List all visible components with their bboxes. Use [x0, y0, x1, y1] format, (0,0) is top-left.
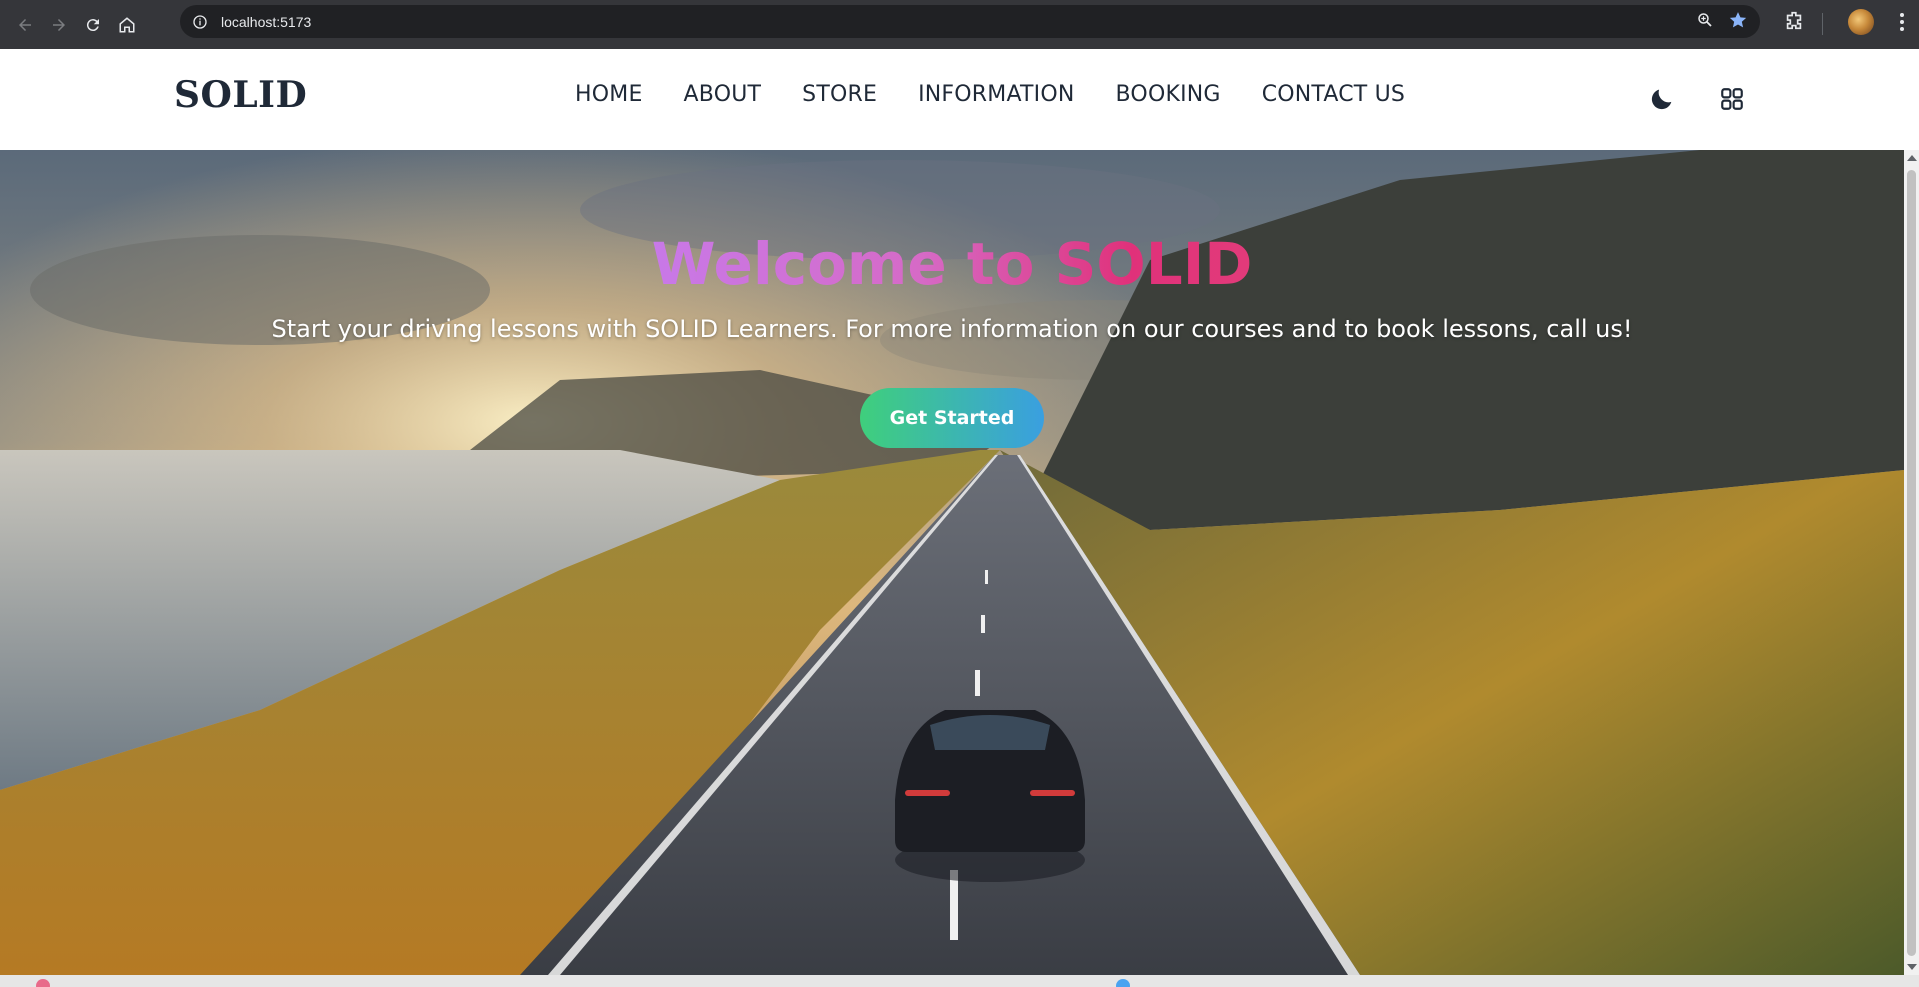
reload-button[interactable]: [77, 9, 109, 41]
site-logo[interactable]: SOLID: [174, 74, 307, 116]
bookmark-star-icon[interactable]: [1728, 10, 1748, 34]
taskbar-app-icon[interactable]: [36, 979, 50, 987]
forward-button[interactable]: [43, 9, 75, 41]
profile-avatar[interactable]: [1848, 9, 1874, 35]
back-button[interactable]: [9, 9, 41, 41]
browser-toolbar: localhost:5173: [0, 0, 1919, 49]
site-info-icon[interactable]: [191, 13, 209, 31]
nav-booking[interactable]: BOOKING: [1116, 82, 1221, 107]
address-bar[interactable]: localhost:5173: [180, 5, 1760, 38]
nav-contact-us[interactable]: CONTACT US: [1262, 82, 1405, 107]
grid-icon[interactable]: [1715, 82, 1749, 116]
scroll-up-icon[interactable]: [1907, 155, 1917, 161]
menu-icon[interactable]: [1899, 11, 1905, 37]
nav-home[interactable]: HOME: [575, 82, 643, 107]
url-text[interactable]: localhost:5173: [221, 14, 311, 30]
toolbar-divider: [1822, 13, 1823, 35]
get-started-button[interactable]: Get Started: [860, 388, 1044, 448]
home-icon: [119, 16, 135, 32]
extensions-icon[interactable]: [1783, 10, 1805, 36]
scrollbar-thumb[interactable]: [1907, 170, 1916, 956]
forward-icon: [53, 18, 65, 31]
nav-about[interactable]: ABOUT: [684, 82, 762, 107]
home-button[interactable]: [111, 9, 143, 41]
hero-title-text: Welcome to SOLID: [651, 230, 1253, 298]
taskbar-strip: [0, 975, 1919, 987]
moon-icon[interactable]: [1645, 82, 1679, 116]
hero-section: Welcome to SOLID Start your driving less…: [0, 150, 1904, 975]
scroll-down-icon[interactable]: [1907, 964, 1917, 970]
taskbar-app-icon[interactable]: [1116, 979, 1130, 987]
back-icon: [19, 18, 31, 31]
nav-store[interactable]: STORE: [802, 82, 877, 107]
main-nav: HOME ABOUT STORE INFORMATION BOOKING CON…: [575, 82, 1405, 107]
zoom-icon[interactable]: [1696, 11, 1714, 33]
reload-icon: [86, 18, 99, 31]
site-header: SOLID HOME ABOUT STORE INFORMATION BOOKI…: [0, 49, 1919, 150]
hero-subtitle: Start your driving lessons with SOLID Le…: [271, 315, 1633, 343]
page-scrollbar[interactable]: [1904, 150, 1919, 975]
hero-title: Welcome to SOLID: [0, 230, 1904, 298]
nav-information[interactable]: INFORMATION: [918, 82, 1074, 107]
